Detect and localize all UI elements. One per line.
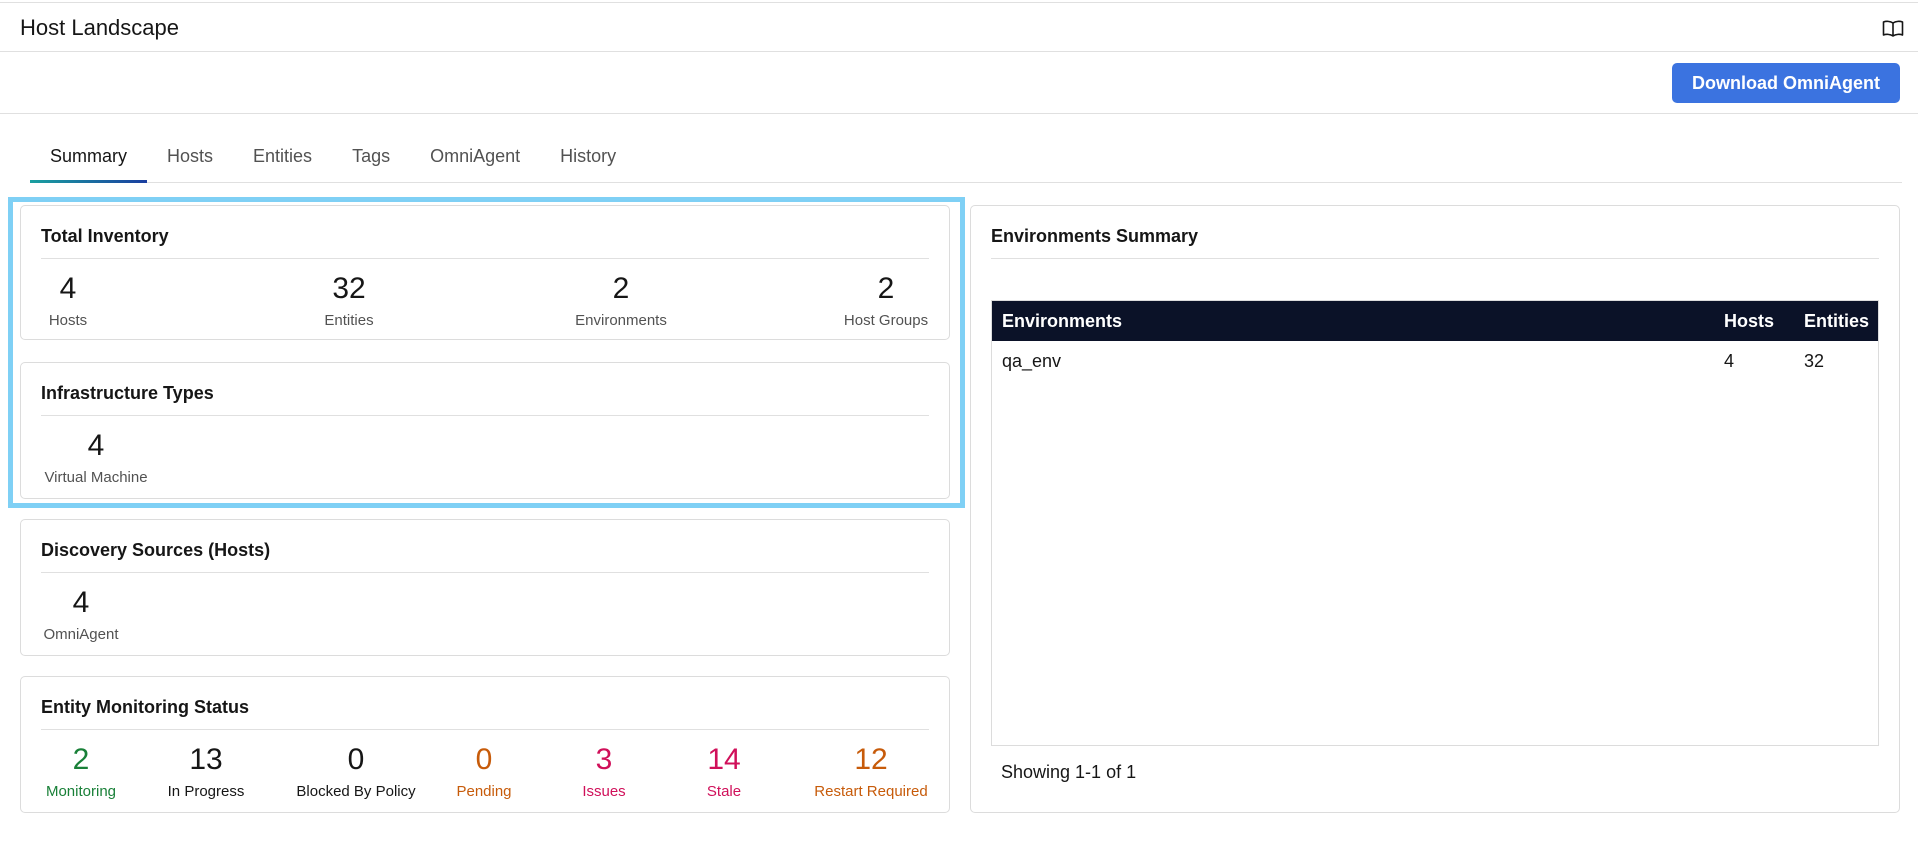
stat-value: 14	[707, 743, 741, 776]
stat-label: Blocked By Policy	[296, 783, 416, 800]
page-title: Host Landscape	[20, 15, 179, 40]
selection-highlight	[8, 197, 965, 508]
discovery-sources-card: Discovery Sources (Hosts) 4 OmniAgent	[20, 519, 950, 656]
column-header-environments[interactable]: Environments	[1002, 311, 1122, 332]
column-header-hosts[interactable]: Hosts	[1724, 311, 1774, 332]
environments-table: Environments Hosts Entities qa_env 4 32	[991, 300, 1879, 746]
stat-label: Issues	[582, 783, 626, 800]
stat-issues: 3 Issues	[559, 743, 649, 800]
divider	[991, 258, 1879, 259]
cell-entities: 32	[1804, 351, 1825, 371]
stat-monitoring: 2 Monitoring	[31, 743, 131, 800]
divider	[41, 572, 929, 573]
stat-blocked-by-policy: 0 Blocked By Policy	[281, 743, 431, 800]
card-title: Entity Monitoring Status	[41, 697, 249, 717]
tab-history[interactable]: History	[540, 136, 636, 182]
tab-omniagent[interactable]: OmniAgent	[410, 136, 540, 182]
book-open-icon[interactable]	[1882, 19, 1904, 37]
tab-tags[interactable]: Tags	[332, 136, 410, 182]
stat-pending: 0 Pending	[439, 743, 529, 800]
cell-environment: qa_env	[1002, 351, 1062, 371]
stat-value: 4	[72, 586, 90, 619]
stat-label: OmniAgent	[43, 626, 119, 643]
environments-summary-card: Environments Summary Environments Hosts …	[970, 205, 1900, 813]
stat-label: Restart Required	[814, 783, 928, 800]
stat-label: In Progress	[167, 783, 245, 800]
entity-monitoring-card: Entity Monitoring Status 2 Monitoring 13…	[20, 676, 950, 813]
page-header: Host Landscape	[0, 3, 1918, 52]
pagination-summary: Showing 1-1 of 1	[1001, 762, 1137, 782]
stat-value: 12	[854, 743, 888, 776]
download-omniagent-button[interactable]: Download OmniAgent	[1672, 63, 1900, 103]
card-title: Discovery Sources (Hosts)	[41, 540, 271, 560]
divider	[41, 729, 929, 730]
stat-stale: 14 Stale	[679, 743, 769, 800]
tab-summary[interactable]: Summary	[30, 136, 148, 183]
stat-value: 0	[475, 743, 493, 776]
action-bar: Download OmniAgent	[0, 52, 1918, 114]
stat-label: Pending	[456, 783, 512, 800]
table-row[interactable]: qa_env 4 32	[992, 341, 1878, 383]
column-header-entities[interactable]: Entities	[1804, 311, 1869, 332]
card-title: Environments Summary	[991, 226, 1199, 246]
tab-bar: Summary Hosts Entities Tags OmniAgent Hi…	[30, 136, 1902, 183]
stat-value: 2	[72, 743, 90, 776]
stat-value: 3	[595, 743, 613, 776]
stat-label: Monitoring	[45, 783, 117, 800]
stat-restart-required: 12 Restart Required	[801, 743, 941, 800]
tab-entities[interactable]: Entities	[233, 136, 332, 182]
cell-hosts: 4	[1724, 351, 1735, 371]
stat-omniagent: 4 OmniAgent	[31, 586, 131, 643]
stat-label: Stale	[706, 783, 742, 800]
stat-in-progress: 13 In Progress	[151, 743, 261, 800]
table-header: Environments Hosts Entities	[992, 301, 1878, 341]
tab-hosts[interactable]: Hosts	[147, 136, 233, 182]
stat-value: 0	[347, 743, 365, 776]
stat-value: 13	[189, 743, 223, 776]
